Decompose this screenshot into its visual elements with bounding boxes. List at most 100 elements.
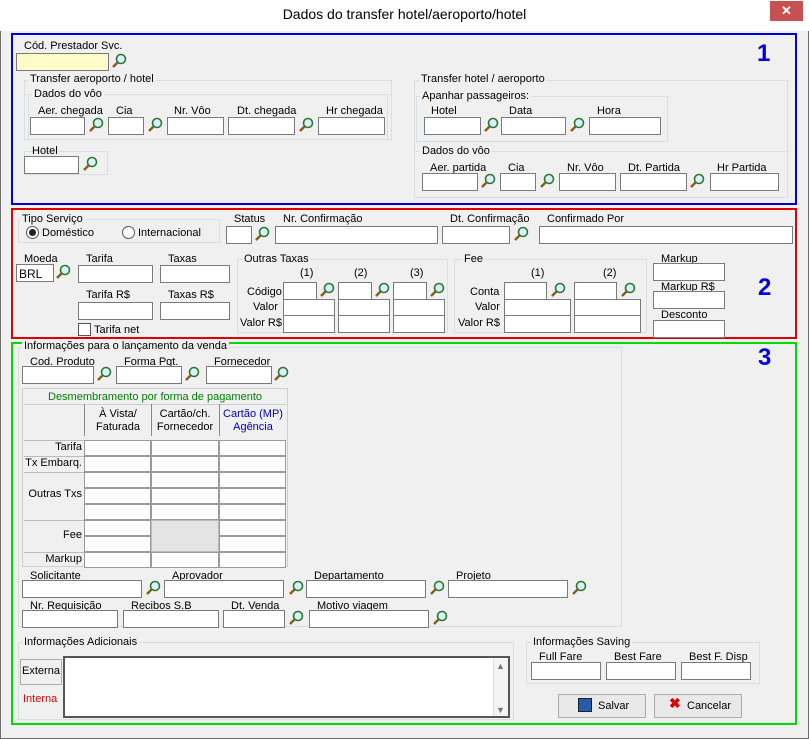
codigo2-search-icon[interactable] xyxy=(373,281,391,299)
fornecedor-search-icon[interactable] xyxy=(272,365,290,383)
hora-ha-input[interactable] xyxy=(589,117,661,135)
table-cell[interactable] xyxy=(84,456,151,472)
table-cell[interactable] xyxy=(151,472,219,488)
fee-valor-rs1-input[interactable] xyxy=(504,315,571,333)
fee-valor-rs2-input[interactable] xyxy=(574,315,641,333)
table-cell[interactable] xyxy=(219,520,286,536)
full-fare-input[interactable] xyxy=(531,662,601,680)
taxas-rs-input[interactable] xyxy=(160,302,230,320)
cod-prestador-input[interactable] xyxy=(16,53,109,71)
aer-chegada-search-icon[interactable] xyxy=(87,116,105,134)
best-f-disp-input[interactable] xyxy=(681,662,751,680)
table-cell[interactable] xyxy=(84,472,151,488)
aer-partida-search-icon[interactable] xyxy=(479,172,497,190)
tarifa-input[interactable] xyxy=(78,265,153,283)
valor-rs3-input[interactable] xyxy=(393,315,445,333)
table-cell[interactable] xyxy=(84,440,151,456)
table-cell[interactable] xyxy=(151,504,219,520)
conta2-input[interactable] xyxy=(574,282,617,300)
status-search-icon[interactable] xyxy=(253,225,271,243)
aprovador-search-icon[interactable] xyxy=(287,579,305,597)
hotel-ha-search-icon[interactable] xyxy=(482,116,500,134)
nr-requisicao-input[interactable] xyxy=(22,610,118,628)
markup-rs-input[interactable] xyxy=(653,291,725,309)
fornecedor-input[interactable] xyxy=(206,366,272,384)
table-cell[interactable] xyxy=(219,440,286,456)
conta2-search-icon[interactable] xyxy=(619,281,637,299)
dt-venda-search-icon[interactable] xyxy=(287,609,305,627)
dt-confirmacao-input[interactable] xyxy=(442,226,510,244)
hr-chegada-input[interactable] xyxy=(318,117,385,135)
forma-pgt-input[interactable] xyxy=(116,366,182,384)
status-input[interactable] xyxy=(226,226,252,244)
hotel-ah-search-icon[interactable] xyxy=(81,155,99,173)
desconto-input[interactable] xyxy=(653,320,725,338)
departamento-search-icon[interactable] xyxy=(428,579,446,597)
forma-pgt-search-icon[interactable] xyxy=(183,365,201,383)
conta1-input[interactable] xyxy=(504,282,547,300)
moeda-input[interactable]: BRL xyxy=(16,264,54,282)
valor-rs2-input[interactable] xyxy=(338,315,390,333)
dt-partida-search-icon[interactable] xyxy=(688,172,706,190)
cia-partida-input[interactable] xyxy=(500,173,536,191)
tarifa-rs-input[interactable] xyxy=(78,302,153,320)
table-cell[interactable] xyxy=(151,552,219,568)
table-cell[interactable] xyxy=(219,552,286,568)
dt-chegada-input[interactable] xyxy=(228,117,295,135)
hotel-ah-input[interactable] xyxy=(24,156,79,174)
best-fare-input[interactable] xyxy=(606,662,676,680)
cia-chegada-input[interactable] xyxy=(108,117,144,135)
cod-prestador-search-icon[interactable] xyxy=(110,52,128,70)
info-adicionais-textarea[interactable] xyxy=(63,656,510,718)
aprovador-input[interactable] xyxy=(164,580,284,598)
table-cell[interactable] xyxy=(151,488,219,504)
table-cell[interactable] xyxy=(219,488,286,504)
table-cell[interactable] xyxy=(84,504,151,520)
dt-chegada-search-icon[interactable] xyxy=(297,116,315,134)
externa-tab[interactable]: Externa xyxy=(20,659,62,685)
table-cell[interactable] xyxy=(84,488,151,504)
nr-confirmacao-input[interactable] xyxy=(275,226,438,244)
dt-confirmacao-search-icon[interactable] xyxy=(512,225,530,243)
projeto-input[interactable] xyxy=(448,580,568,598)
codigo1-input[interactable] xyxy=(283,282,317,300)
confirmado-por-input[interactable] xyxy=(539,226,793,244)
table-cell[interactable] xyxy=(219,456,286,472)
nr-voo-chegada-input[interactable] xyxy=(167,117,224,135)
taxas-input[interactable] xyxy=(160,265,230,283)
table-cell[interactable] xyxy=(84,520,151,536)
dt-venda-input[interactable] xyxy=(223,610,285,628)
cia-partida-search-icon[interactable] xyxy=(538,172,556,190)
codigo3-input[interactable] xyxy=(393,282,427,300)
conta1-search-icon[interactable] xyxy=(549,281,567,299)
cia-chegada-search-icon[interactable] xyxy=(146,116,164,134)
nr-voo-partida-input[interactable] xyxy=(559,173,616,191)
motivo-search-icon[interactable] xyxy=(431,609,449,627)
close-button[interactable]: ✕ xyxy=(770,1,803,21)
tarifa-net-checkbox[interactable] xyxy=(78,323,91,336)
interna-tab[interactable]: Interna xyxy=(23,693,57,706)
dt-partida-input[interactable] xyxy=(620,173,687,191)
table-cell[interactable] xyxy=(84,536,151,552)
solicitante-search-icon[interactable] xyxy=(144,579,162,597)
codigo2-input[interactable] xyxy=(338,282,372,300)
table-cell[interactable] xyxy=(84,552,151,568)
table-cell[interactable] xyxy=(219,504,286,520)
data-ha-search-icon[interactable] xyxy=(568,116,586,134)
moeda-search-icon[interactable] xyxy=(54,263,72,281)
cod-produto-search-icon[interactable] xyxy=(95,365,113,383)
recibos-input[interactable] xyxy=(123,610,219,628)
valor-rs1-input[interactable] xyxy=(283,315,335,333)
domestico-radio[interactable] xyxy=(26,226,39,239)
data-ha-input[interactable] xyxy=(501,117,566,135)
internacional-radio[interactable] xyxy=(122,226,135,239)
table-cell[interactable] xyxy=(219,472,286,488)
markup-input[interactable] xyxy=(653,263,725,281)
departamento-input[interactable] xyxy=(306,580,426,598)
aer-partida-input[interactable] xyxy=(422,173,478,191)
codigo3-search-icon[interactable] xyxy=(428,281,446,299)
table-cell[interactable] xyxy=(151,456,219,472)
codigo1-search-icon[interactable] xyxy=(318,281,336,299)
hr-partida-input[interactable] xyxy=(710,173,779,191)
motivo-input[interactable] xyxy=(309,610,429,628)
